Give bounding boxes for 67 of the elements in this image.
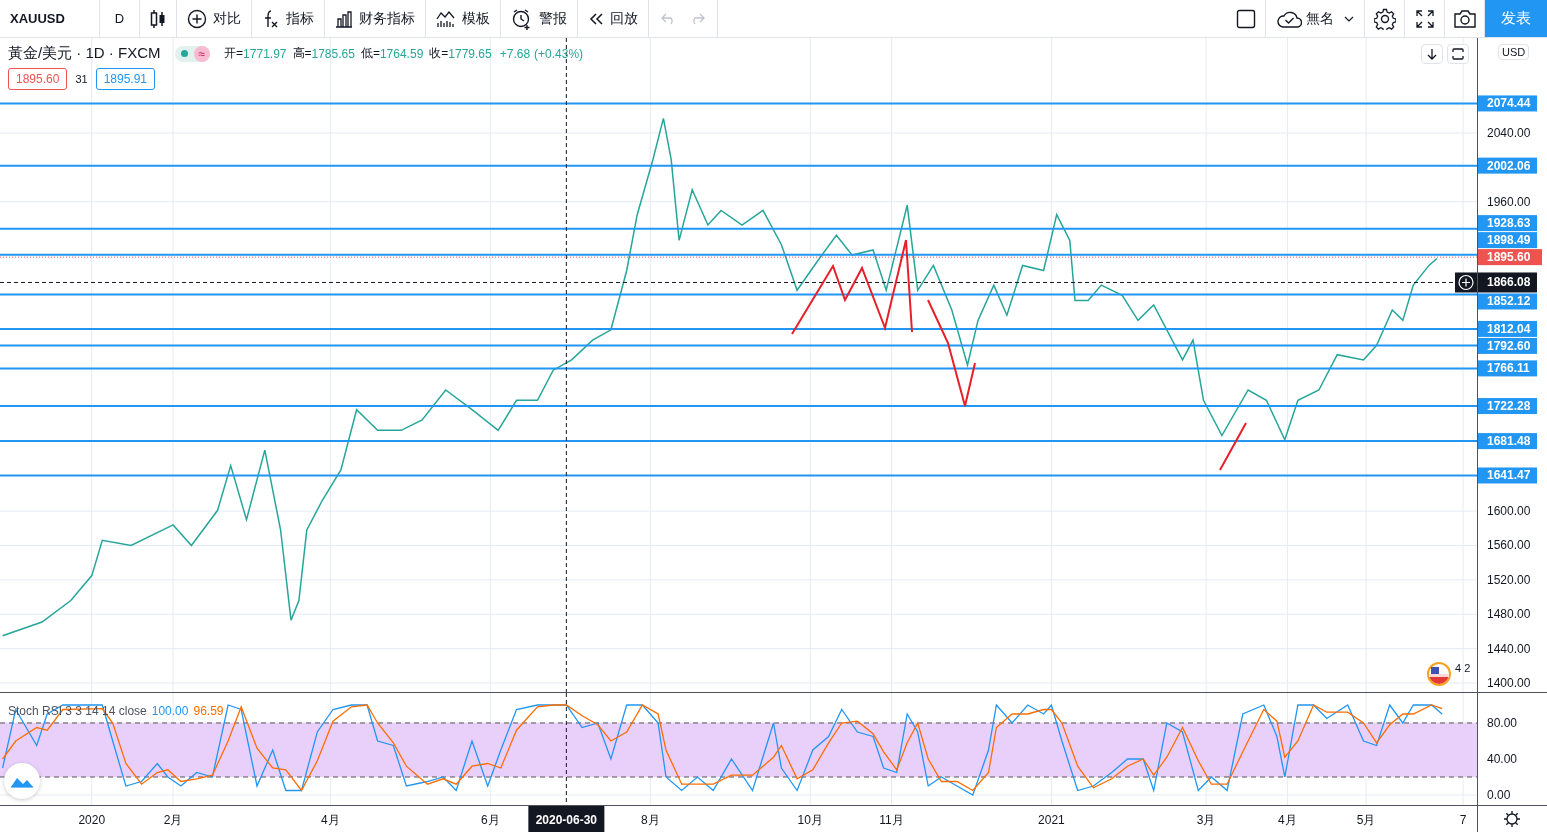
time-axis-label: 4月 bbox=[1278, 813, 1297, 827]
ref-line-label: 1641.47 bbox=[1487, 468, 1531, 483]
price-axis-label: 1520.00 bbox=[1487, 572, 1531, 587]
indicator-axis-label: 40.00 bbox=[1487, 752, 1518, 766]
time-axis-label: 11月 bbox=[879, 813, 904, 827]
price-label: 1792.60 bbox=[1478, 337, 1537, 354]
time-axis-label: 7 bbox=[1459, 813, 1467, 827]
indicator-axis-label: 80.00 bbox=[1487, 716, 1518, 730]
ref-line-label: 1812.04 bbox=[1487, 321, 1531, 336]
price-axis-label: 2040.00 bbox=[1487, 126, 1531, 141]
price-label: 1641.47 bbox=[1478, 467, 1537, 484]
price-change-percent: (+0.43%) bbox=[534, 46, 584, 61]
time-axis-label: 3月 bbox=[1196, 813, 1216, 827]
ohlc-value: 1785.65 bbox=[311, 46, 355, 61]
price-axis-label: 1600.00 bbox=[1487, 504, 1531, 519]
price-axis-label: 1560.00 bbox=[1487, 538, 1531, 553]
ref-line-label: 1895.60 bbox=[1487, 250, 1531, 265]
price-axis-label: 1440.00 bbox=[1487, 641, 1531, 656]
price-label: 2074.44 bbox=[1478, 95, 1537, 112]
price-label: 2002.06 bbox=[1478, 157, 1537, 174]
time-axis-label: 6月 bbox=[481, 813, 500, 827]
ohlc-value: 1779.65 bbox=[448, 46, 492, 61]
ref-line-label: 1866.08 bbox=[1487, 275, 1531, 290]
price-label: 1928.63 bbox=[1478, 215, 1537, 232]
price-axis-label: 1400.00 bbox=[1487, 676, 1531, 690]
price-label: 1866.08 bbox=[1478, 272, 1537, 293]
time-axis-label: 5月 bbox=[1356, 813, 1376, 827]
ohlc-key: 高= bbox=[292, 45, 312, 62]
time-axis-label: 2020 bbox=[78, 813, 106, 827]
ref-line-label: 1722.28 bbox=[1487, 399, 1531, 414]
price-axis-label: 1480.00 bbox=[1487, 607, 1531, 622]
ref-line-label: 2074.44 bbox=[1487, 96, 1531, 111]
price-axis-label: 1960.00 bbox=[1487, 194, 1531, 209]
ref-line-label: 2020-06-30 bbox=[535, 813, 598, 827]
ohlc-value: 1764.59 bbox=[379, 46, 424, 61]
price-label: 1898.49 bbox=[1478, 232, 1537, 249]
data-delay-badge: ≈ bbox=[193, 45, 211, 62]
crosshair-date-label: 2020-06-30 bbox=[528, 806, 605, 832]
indicator-axis-label: 0.00 bbox=[1487, 788, 1511, 802]
ref-line-label: 2002.06 bbox=[1487, 158, 1531, 173]
ohlc-key: 收= bbox=[429, 45, 449, 62]
spread-value: 31 bbox=[75, 73, 88, 85]
price-label: 1681.48 bbox=[1478, 433, 1537, 450]
ref-line-label: 1681.48 bbox=[1487, 434, 1531, 449]
price-label: 1722.28 bbox=[1478, 398, 1537, 415]
time-axis-label: 2021 bbox=[1038, 813, 1065, 827]
time-axis-label: 4月 bbox=[321, 813, 340, 827]
ref-line-label: 1928.63 bbox=[1487, 216, 1531, 231]
ohlc-key: 低= bbox=[360, 45, 380, 62]
ref-line-label: 1852.12 bbox=[1487, 294, 1531, 309]
ref-line-label: 1792.60 bbox=[1487, 338, 1531, 353]
time-axis-label: 10月 bbox=[797, 813, 823, 827]
ref-line-label: 1766.11 bbox=[1487, 361, 1531, 376]
legend-label: 1898.49 bbox=[1487, 233, 1531, 248]
symbol-title: 黃金/美元 · 1D · FXCM bbox=[8, 44, 161, 63]
ohlc-key: 开= bbox=[224, 45, 244, 62]
price-label: 1895.60 bbox=[1478, 249, 1542, 266]
price-label: 1812.04 bbox=[1478, 320, 1537, 337]
time-axis-label: 2月 bbox=[163, 813, 183, 827]
price-label: 1852.12 bbox=[1478, 293, 1537, 310]
event-count: 4 2 bbox=[1455, 662, 1471, 674]
price-label: 1766.11 bbox=[1478, 360, 1537, 377]
indicator-value: 96.59 bbox=[193, 704, 224, 718]
indicator-value: 100.00 bbox=[151, 704, 189, 718]
time-axis-label: 8月 bbox=[640, 813, 660, 827]
price-change: +7.68 bbox=[499, 46, 531, 61]
ohlc-value: 1771.97 bbox=[243, 46, 287, 61]
